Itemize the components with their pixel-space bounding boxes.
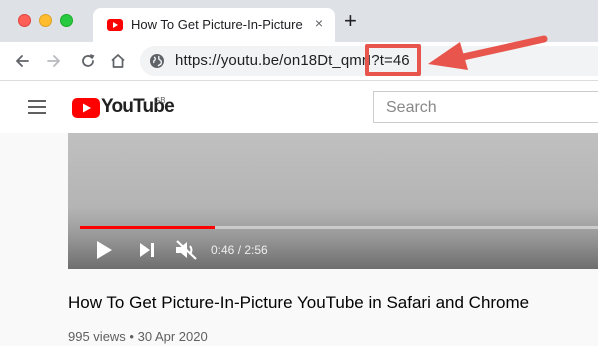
progress-fill bbox=[80, 226, 215, 229]
time-display: 0:46 / 2:56 bbox=[211, 243, 268, 257]
youtube-favicon-icon bbox=[107, 18, 123, 36]
video-title: How To Get Picture-In-Picture YouTube in… bbox=[68, 293, 530, 312]
forward-arrow-icon[interactable] bbox=[44, 51, 64, 71]
page-content: 0:46 / 2:56 How To Get Picture-In-Pictur… bbox=[0, 133, 598, 346]
meta-separator: • bbox=[125, 329, 138, 344]
timestamp-highlight-box bbox=[365, 44, 421, 76]
maximize-window-button[interactable] bbox=[60, 14, 73, 27]
new-tab-button[interactable]: + bbox=[344, 10, 357, 32]
youtube-logo-icon[interactable] bbox=[72, 98, 100, 123]
duration: 2:56 bbox=[244, 243, 268, 257]
back-arrow-icon[interactable] bbox=[12, 51, 32, 71]
video-player[interactable]: 0:46 / 2:56 bbox=[68, 133, 598, 269]
view-count: 995 views bbox=[68, 329, 126, 344]
browser-window: How To Get Picture-In-Picture × + https:… bbox=[0, 0, 598, 346]
tab-close-icon[interactable]: × bbox=[311, 15, 327, 33]
annotation-arrow-icon bbox=[420, 28, 550, 83]
home-icon[interactable] bbox=[108, 51, 128, 71]
browser-tab[interactable]: How To Get Picture-In-Picture × bbox=[93, 8, 335, 42]
upload-date: 30 Apr 2020 bbox=[137, 329, 208, 344]
video-meta: 995 views • 30 Apr 2020 bbox=[68, 329, 208, 344]
time-separator: / bbox=[234, 243, 245, 257]
play-icon[interactable] bbox=[94, 239, 114, 266]
search-placeholder: Search bbox=[386, 99, 437, 116]
youtube-header: YouTube GB Search bbox=[0, 81, 598, 133]
reload-icon[interactable] bbox=[78, 51, 98, 71]
minimize-window-button[interactable] bbox=[39, 14, 52, 27]
mute-icon[interactable] bbox=[174, 239, 200, 266]
next-icon[interactable] bbox=[138, 239, 156, 266]
current-time: 0:46 bbox=[211, 243, 235, 257]
globe-icon bbox=[149, 53, 165, 74]
close-window-button[interactable] bbox=[18, 14, 31, 27]
search-input[interactable]: Search bbox=[373, 91, 598, 123]
tab-title: How To Get Picture-In-Picture bbox=[131, 17, 303, 32]
menu-icon[interactable] bbox=[28, 100, 46, 114]
region-code: GB bbox=[154, 96, 166, 105]
